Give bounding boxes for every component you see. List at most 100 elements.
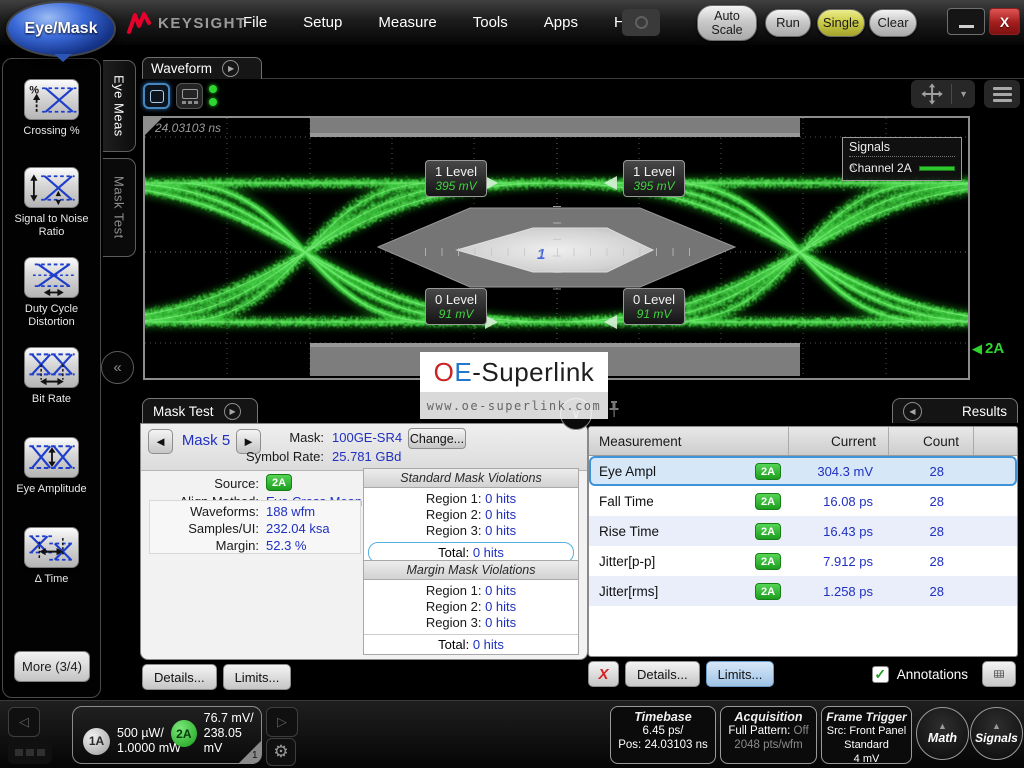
column-count[interactable]: Count — [889, 427, 974, 455]
signals-button[interactable]: ▲ Signals — [970, 707, 1023, 760]
status-led-2 — [209, 98, 217, 106]
minimize-button[interactable] — [947, 8, 985, 35]
tab-eye-meas[interactable]: Eye Meas — [103, 60, 136, 152]
eye-mask-mode-button[interactable]: Eye/Mask — [6, 1, 116, 57]
channel-page-left-button[interactable]: ◁ — [8, 707, 40, 737]
bit-rate-button[interactable] — [24, 347, 79, 388]
column-measurement[interactable]: Measurement — [589, 427, 789, 455]
channel-1a-readout[interactable]: 1A 500 µW/ 1.0000 mW — [83, 726, 181, 756]
sidebar-item-bitrate[interactable]: Bit Rate — [3, 347, 100, 406]
results-limits-button[interactable]: Limits... — [706, 661, 775, 687]
title-bar: File Setup Measure Tools Apps Help KEYSI… — [0, 0, 1024, 45]
channel-2a-color-swatch — [919, 166, 955, 171]
column-current[interactable]: Current — [789, 427, 889, 455]
table-view-button[interactable] — [982, 661, 1016, 687]
menu-tools[interactable]: Tools — [467, 10, 514, 35]
channel-page-right-button[interactable]: ▷ — [266, 707, 298, 737]
clear-button[interactable]: Clear — [869, 9, 917, 37]
waveform-tab[interactable]: Waveform ▶ — [142, 57, 262, 79]
timebase-panel[interactable]: Timebase 6.45 ps/ Pos: 24.03103 ns — [610, 706, 716, 764]
signal-to-noise-button[interactable] — [24, 167, 79, 208]
annotations-checkbox[interactable]: ✓ — [872, 666, 889, 683]
results-table-header: Measurement Current Count — [589, 427, 1017, 456]
one-level-annotation[interactable]: 1 Level 395 mV — [425, 160, 487, 197]
mask-limits-button[interactable]: Limits... — [223, 664, 292, 690]
zero-level-annotation[interactable]: 0 Level 91 mV — [425, 288, 487, 325]
waveform-play-icon[interactable]: ▶ — [222, 60, 239, 77]
results-panel-tab[interactable]: ◀ Results — [892, 398, 1018, 423]
delete-measurement-button[interactable]: X — [588, 661, 619, 687]
acquisition-title: Acquisition — [721, 710, 816, 724]
menu-measure[interactable]: Measure — [372, 10, 442, 35]
sidebar-item-dcd[interactable]: Duty Cycle Distortion — [3, 257, 100, 329]
standard-violations-box: Standard Mask Violations Region 1: 0 hit… — [363, 468, 579, 567]
pin-icon[interactable] — [607, 400, 621, 424]
single-display-layout-button[interactable] — [143, 83, 170, 109]
settings-gear-button[interactable]: ⚙ — [266, 738, 296, 766]
symbol-rate-value: 25.781 GBd — [332, 449, 401, 464]
table-row-rise-time[interactable]: Rise Time2A 16.43 ps 28 — [589, 516, 1017, 546]
eye-amplitude-button[interactable] — [24, 437, 79, 478]
table-row-fall-time[interactable]: Fall Time2A 16.08 ps 28 — [589, 486, 1017, 516]
duty-cycle-distortion-button[interactable] — [24, 257, 79, 298]
screenshot-camera-button[interactable] — [622, 9, 660, 36]
more-measurements-button[interactable]: More (3/4) — [14, 651, 90, 682]
sidebar-item-eyeamplitude[interactable]: Eye Amplitude — [3, 437, 100, 496]
tab-mask-test[interactable]: Mask Test — [103, 158, 136, 257]
one-level-annotation[interactable]: 1 Level 395 mV — [623, 160, 685, 197]
mask-value: 100GE-SR4 — [332, 430, 402, 445]
display-menu-button[interactable] — [984, 80, 1020, 108]
mask-details-button[interactable]: Details... — [142, 664, 217, 690]
results-tab-label: Results — [962, 404, 1007, 419]
results-back-icon[interactable]: ◀ — [903, 402, 922, 421]
one-level-label: 1 Level — [435, 164, 477, 179]
close-button[interactable]: X — [989, 8, 1020, 35]
mask-test-panel-tab[interactable]: Mask Test ▶ — [142, 398, 258, 423]
acquisition-panel[interactable]: Acquisition Full Pattern: Off 2048 pts/w… — [720, 706, 817, 764]
quad-display-layout-button[interactable] — [176, 83, 203, 109]
channel-2a-scale: 76.7 mV/ — [204, 711, 261, 726]
delta-time-button[interactable] — [24, 527, 79, 568]
zero-level-annotation[interactable]: 0 Level 91 mV — [623, 288, 685, 325]
channel-1a-badge: 1A — [83, 728, 110, 755]
sidebar-collapse-button[interactable]: « — [101, 351, 134, 384]
channel-marker-icon: ◀ — [972, 341, 982, 357]
sidebar-item-snr[interactable]: Signal to Noise Ratio — [3, 167, 100, 239]
menu-apps[interactable]: Apps — [538, 10, 584, 35]
channel-grid-button[interactable] — [8, 741, 52, 764]
menu-setup[interactable]: Setup — [297, 10, 348, 35]
run-button[interactable]: Run — [765, 9, 811, 37]
table-row-jitter-rms[interactable]: Jitter[rms]2A 1.258 ps 28 — [589, 576, 1017, 606]
sidebar-item-deltatime[interactable]: Δ Time — [3, 527, 100, 586]
table-row-jitter-pp[interactable]: Jitter[p-p]2A 7.912 ps 28 — [589, 546, 1017, 576]
auto-scale-button[interactable]: Auto Scale — [697, 5, 757, 41]
source-label: Source: — [141, 476, 259, 491]
table-grid-icon — [994, 666, 1004, 682]
dropdown-icon[interactable]: ▼ — [952, 89, 975, 99]
single-button[interactable]: Single — [817, 9, 865, 37]
mask-label: Mask: — [141, 430, 324, 445]
change-mask-button[interactable]: Change... — [408, 428, 466, 449]
frame-trigger-panel[interactable]: Frame Trigger Src: Front Panel Standard … — [821, 706, 912, 764]
sidebar-item-crossing[interactable]: % Crossing % — [3, 79, 100, 138]
keysight-logo: KEYSIGHT — [126, 11, 247, 35]
sidebar-item-label: Crossing % — [6, 125, 98, 138]
delta-time-icon — [27, 529, 77, 567]
eye-diagram-plot[interactable]: 1 24.03103 ns 1 Level 395 mV 1 Level 395… — [143, 116, 970, 380]
mask-test-play-icon[interactable]: ▶ — [224, 403, 241, 420]
legend-collapse-icon[interactable]: ∧ — [849, 162, 856, 173]
source-channel-badge: 2A — [266, 474, 292, 491]
math-button[interactable]: ▲ Math — [916, 707, 969, 760]
tab-mask-test-label: Mask Test — [112, 176, 127, 239]
sidebar-item-label: Bit Rate — [6, 393, 98, 406]
table-row-eye-ampl[interactable]: Eye Ampl2A 304.3 mV 28 — [589, 456, 1017, 486]
watermark-title: OE-Superlink — [420, 352, 608, 392]
signals-legend[interactable]: Signals ∧ Channel 2A — [842, 137, 962, 181]
legend-title: Signals — [849, 140, 890, 154]
results-panel: ◀ Results Measurement Current Count Eye … — [588, 398, 1018, 698]
channel-readout-panel[interactable]: 1A 500 µW/ 1.0000 mW 2A 76.7 mV/ 238.05 … — [72, 706, 262, 764]
crossing-percent-button[interactable]: % — [24, 79, 79, 120]
frame-trigger-mode: Standard — [822, 738, 911, 752]
move-display-button[interactable]: ▼ — [911, 80, 975, 108]
results-details-button[interactable]: Details... — [625, 661, 700, 687]
